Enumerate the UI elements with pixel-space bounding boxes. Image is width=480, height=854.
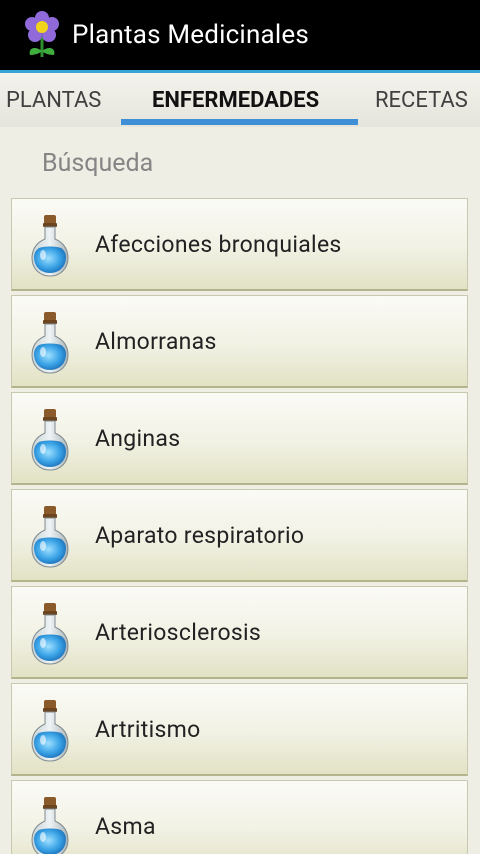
flower-icon[interactable] <box>22 11 62 59</box>
action-bar: Plantas Medicinales <box>0 0 480 70</box>
list-item[interactable]: Aparato respiratorio <box>11 489 468 582</box>
list-item[interactable]: Almorranas <box>11 295 468 388</box>
list-item-label: Aparato respiratorio <box>95 521 305 549</box>
list-item-label: Anginas <box>95 424 181 452</box>
tab-plantas[interactable]: PLANTAS <box>6 73 101 127</box>
potion-bottle-icon <box>30 506 70 568</box>
disease-list: Afecciones bronquiales Almorranas Angina… <box>11 198 468 854</box>
list-item[interactable]: Artritismo <box>11 683 468 776</box>
search-label[interactable]: Búsqueda <box>42 149 153 178</box>
list-item-label: Arteriosclerosis <box>95 618 262 646</box>
potion-bottle-icon <box>30 700 70 762</box>
potion-bottle-icon <box>30 409 70 471</box>
list-item[interactable]: Anginas <box>11 392 468 485</box>
list-item-label: Almorranas <box>95 327 217 355</box>
potion-bottle-icon <box>30 312 70 374</box>
list-item-label: Afecciones bronquiales <box>95 230 342 258</box>
list-item-label: Asma <box>95 812 156 840</box>
potion-bottle-icon <box>30 797 70 854</box>
app-title: Plantas Medicinales <box>72 20 309 50</box>
potion-bottle-icon <box>30 215 70 277</box>
selected-tab-indicator <box>121 119 358 125</box>
tab-recetas[interactable]: RECETAS <box>375 73 468 127</box>
list-item-label: Artritismo <box>95 715 201 743</box>
list-item[interactable]: Asma <box>11 780 468 854</box>
tab-bar: PLANTAS ENFERMEDADES RECETAS <box>0 73 480 127</box>
potion-bottle-icon <box>30 603 70 665</box>
list-item[interactable]: Arteriosclerosis <box>11 586 468 679</box>
disease-list-panel: Búsqueda Afecciones bronquiales Almorran… <box>0 127 480 854</box>
list-item[interactable]: Afecciones bronquiales <box>11 198 468 291</box>
